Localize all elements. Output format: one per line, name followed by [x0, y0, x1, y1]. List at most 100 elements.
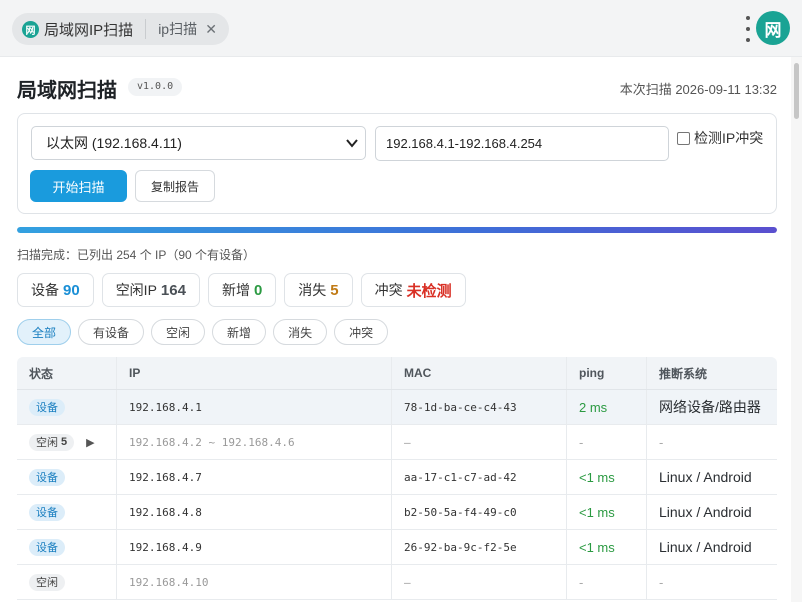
mac-address: b2-50-5a-f4-49-c0	[404, 505, 517, 519]
os-cell: Linux / Android	[647, 530, 777, 564]
ip-address: 192.168.4.8	[129, 505, 202, 519]
page-scrollbar[interactable]	[791, 57, 802, 602]
status-cell: 空闲 5 ▶	[17, 425, 117, 459]
status-cell: 设备	[17, 390, 117, 424]
status-badge: 设备	[29, 468, 65, 486]
ping-cell: <1 ms	[567, 530, 647, 564]
ping-cell: -	[567, 425, 647, 459]
ip-address: 192.168.4.1	[129, 400, 202, 414]
tab-lan-ip-scan[interactable]: 网 局域网IP扫描	[16, 15, 144, 43]
filter-pill[interactable]: 空闲	[151, 319, 206, 345]
conflict-check-toggle[interactable]: 检测IP冲突	[677, 128, 763, 148]
status-badge-label: 设备	[36, 402, 58, 414]
table-row[interactable]: 空闲 192.168.4.10 — - -	[17, 565, 777, 600]
conflict-checkbox[interactable]	[677, 131, 690, 145]
os-value: Linux / Android	[659, 469, 752, 485]
ip-range-input[interactable]	[375, 126, 669, 161]
table-row[interactable]: 设备 192.168.4.1 78-1d-ba-ce-c4-43 2 ms 网络设备/路…	[17, 390, 777, 425]
stat-chip: 新增 0	[207, 273, 277, 307]
status-badge: 设备	[29, 503, 65, 521]
filter-pill[interactable]: 消失	[273, 319, 328, 345]
stat-value: 5	[330, 281, 339, 299]
stat-chip: 冲突 未检测	[360, 273, 466, 307]
stat-value: 未检测	[406, 282, 452, 300]
col-header-ping[interactable]: ping	[567, 357, 647, 389]
stat-label: 设备	[31, 282, 59, 298]
col-header-os[interactable]: 推断系统	[647, 357, 777, 389]
mac-address: —	[404, 435, 411, 449]
os-value: -	[659, 434, 664, 450]
start-scan-button[interactable]: 开始扫描	[30, 170, 127, 202]
stat-chip: 设备 90	[17, 273, 94, 307]
ip-address: 192.168.4.10	[129, 575, 209, 589]
col-header-status[interactable]: 状态	[17, 357, 117, 389]
tab-label: 局域网IP扫描	[44, 21, 134, 39]
status-cell: 空闲	[17, 565, 117, 599]
ping-value: 2 ms	[579, 399, 608, 415]
results-table: 状态 IP MAC ping 推断系统 设备 192.168.4.1 78-1d-b…	[17, 357, 777, 602]
status-badge: 设备	[29, 538, 65, 556]
ping-cell: 2 ms	[567, 390, 647, 424]
os-value: Linux / Android	[659, 539, 752, 555]
idle-count: 5	[61, 436, 68, 448]
status-cell: 设备	[17, 495, 117, 529]
stat-chip: 消失 5	[284, 273, 353, 307]
filter-bar: 全部 有设备 空闲 新增 消失 冲突	[17, 319, 389, 345]
stat-value: 90	[63, 281, 80, 299]
stat-label: 空闲IP	[115, 282, 157, 298]
copy-report-button[interactable]: 复制报告	[135, 170, 215, 202]
stat-value: 164	[160, 281, 186, 299]
scan-timestamp: 本次扫描 2026-09-11 13:32	[619, 82, 777, 97]
page-title: 局域网扫描	[17, 80, 117, 102]
mac-cell: 78-1d-ba-ce-c4-43	[392, 390, 567, 424]
avatar[interactable]: 网	[756, 11, 790, 45]
status-badge: 设备	[29, 398, 65, 416]
stat-label: 新增	[221, 282, 250, 298]
mac-cell: aa-17-c1-c7-ad-42	[392, 460, 567, 494]
col-header-mac[interactable]: MAC	[392, 357, 567, 389]
os-cell: Linux / Android	[647, 460, 777, 494]
more-menu-icon[interactable]	[743, 16, 753, 42]
ip-cell: 192.168.4.8	[117, 495, 392, 529]
filter-pill[interactable]: 新增	[212, 319, 267, 345]
scan-status-text: 扫描完成：已列出 254 个 IP（90 个有设备）	[17, 248, 256, 262]
stat-label: 消失	[298, 282, 327, 298]
ip-address: 192.168.4.9	[129, 540, 202, 554]
table-header: 状态 IP MAC ping 推断系统	[17, 357, 777, 390]
ping-value: <1 ms	[579, 504, 615, 520]
mac-cell: b2-50-5a-f4-49-c0	[392, 495, 567, 529]
scrollbar-thumb[interactable]	[794, 63, 799, 119]
stat-value: 0	[253, 281, 263, 299]
ping-value: -	[579, 434, 584, 450]
filter-pill[interactable]: 有设备	[78, 319, 145, 345]
scan-progress-bar	[17, 227, 777, 233]
tab-ip-scan[interactable]: ip扫描 ✕	[148, 15, 225, 43]
status-cell: 设备	[17, 530, 117, 564]
ip-cell: 192.168.4.10	[117, 565, 392, 599]
ip-address: 192.168.4.2 ~ 192.168.4.6	[129, 435, 295, 449]
close-icon[interactable]: ✕	[203, 21, 219, 38]
mac-address: 78-1d-ba-ce-c4-43	[404, 400, 517, 414]
tab-label: ip扫描	[158, 21, 198, 37]
stats-row: 设备 90 空闲IP 164 新增 0 消失 5 冲突 未检测	[17, 273, 466, 307]
table-row[interactable]: 设备 192.168.4.8 b2-50-5a-f4-49-c0 <1 ms Linux…	[17, 495, 777, 530]
table-row[interactable]: 设备 192.168.4.7 aa-17-c1-c7-ad-42 <1 ms Linux…	[17, 460, 777, 495]
ping-value: <1 ms	[579, 539, 615, 555]
status-badge-label: 设备	[36, 472, 58, 484]
status-badge-label: 空闲	[36, 437, 58, 449]
filter-pill[interactable]: 全部	[17, 319, 72, 345]
scan-config-card: 以太网 (192.168.4.11) 检测IP冲突 开始扫描 复制报告	[17, 113, 777, 214]
ip-cell: 192.168.4.7	[117, 460, 392, 494]
filter-pill[interactable]: 冲突	[334, 319, 389, 345]
expand-triangle-icon[interactable]: ▶	[86, 436, 94, 449]
stat-chip: 空闲IP 164	[101, 273, 200, 307]
table-row[interactable]: 设备 192.168.4.9 26-92-ba-9c-f2-5e <1 ms Linux…	[17, 530, 777, 565]
ip-cell: 192.168.4.2 ~ 192.168.4.6	[117, 425, 392, 459]
col-header-ip[interactable]: IP	[117, 357, 392, 389]
table-row[interactable]: 空闲 5 ▶ 192.168.4.2 ~ 192.168.4.6 — - -	[17, 425, 777, 460]
ping-value: -	[579, 574, 584, 590]
os-value: -	[659, 574, 664, 590]
ping-cell: -	[567, 565, 647, 599]
interface-select[interactable]: 以太网 (192.168.4.11)	[31, 126, 366, 160]
mac-address: aa-17-c1-c7-ad-42	[404, 470, 517, 484]
